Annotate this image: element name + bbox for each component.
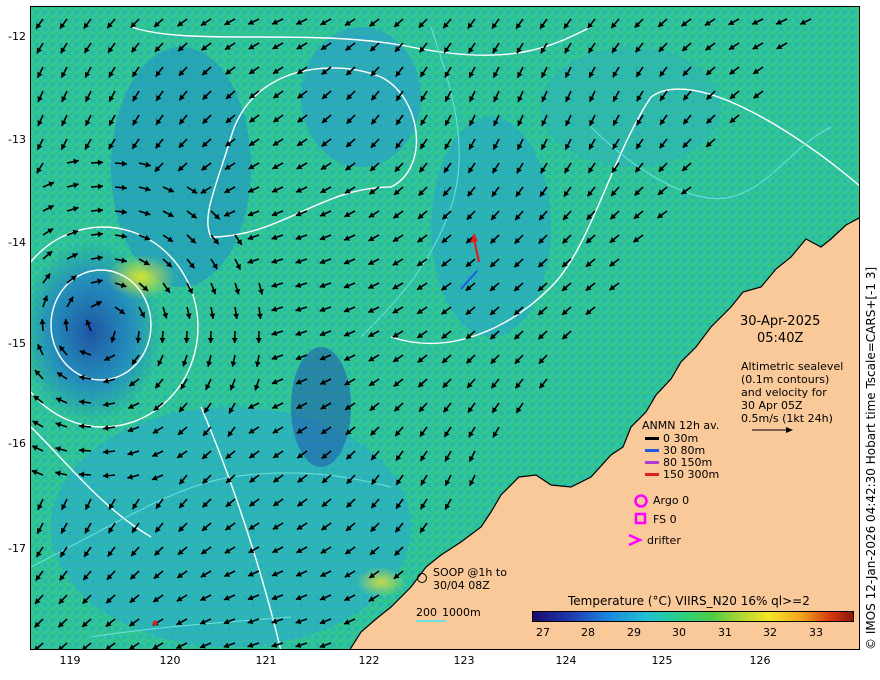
depth-line-swatch bbox=[416, 620, 446, 622]
lat-label: -16 bbox=[8, 437, 26, 450]
depth-label-200: 200 bbox=[416, 606, 437, 619]
colorbar-tick: 31 bbox=[718, 626, 732, 639]
argo-dot bbox=[152, 620, 158, 626]
side-caption: © IMOS 12-Jan-2026 04:42:30 Hobart time … bbox=[864, 266, 878, 650]
lon-label: 120 bbox=[159, 654, 181, 667]
altimetry-line: (0.1m contours) bbox=[741, 373, 830, 386]
anmn-legend-item: 150 300m bbox=[645, 468, 719, 481]
lon-label: 121 bbox=[255, 654, 277, 667]
lon-label: 122 bbox=[358, 654, 380, 667]
drifter-marker-icon bbox=[628, 533, 644, 547]
lon-label: 123 bbox=[453, 654, 475, 667]
fs-marker-icon bbox=[634, 512, 647, 525]
colorbar-tick: 30 bbox=[672, 626, 686, 639]
depth-label-1000: 1000m bbox=[442, 606, 481, 619]
lat-label: -12 bbox=[8, 30, 26, 43]
lon-label: 124 bbox=[555, 654, 577, 667]
colorbar-title: Temperature (°C) VIIRS_N20 16% ql>=2 bbox=[568, 594, 810, 608]
colorbar-tick: 32 bbox=[763, 626, 777, 639]
scale-arrow-icon bbox=[752, 427, 793, 433]
argo-label: Argo 0 bbox=[653, 494, 690, 507]
lat-label: -15 bbox=[8, 337, 26, 350]
colorbar-tick: 33 bbox=[809, 626, 823, 639]
time-label: 05:40Z bbox=[757, 331, 804, 346]
lat-label: -14 bbox=[8, 236, 26, 249]
date-label: 30-Apr-2025 bbox=[740, 314, 821, 329]
map-canvas bbox=[31, 7, 859, 649]
temperature-colorbar bbox=[532, 611, 854, 622]
drifter-label: drifter bbox=[647, 534, 681, 547]
altimetry-line: 0.5m/s (1kt 24h) bbox=[741, 412, 833, 425]
colorbar-tick: 28 bbox=[581, 626, 595, 639]
colorbar-tick: 29 bbox=[627, 626, 641, 639]
soop-marker-icon bbox=[417, 573, 427, 583]
altimetry-line: Altimetric sealevel bbox=[741, 360, 844, 373]
argo-marker-icon bbox=[634, 494, 648, 508]
lon-label: 126 bbox=[749, 654, 771, 667]
lon-label: 125 bbox=[651, 654, 673, 667]
lat-label: -13 bbox=[8, 133, 26, 146]
altimetry-note: Altimetric sealevel (0.1m contours) and … bbox=[741, 360, 843, 425]
lon-label: 119 bbox=[59, 654, 81, 667]
altimetry-line: and velocity for bbox=[741, 386, 827, 399]
anmn-legend-title: ANMN 12h av. bbox=[642, 419, 720, 432]
lat-label: -17 bbox=[8, 542, 26, 555]
altimetry-line: 30 Apr 05Z bbox=[741, 399, 803, 412]
soop-line2: 30/04 08Z bbox=[433, 579, 490, 592]
map-panel[interactable] bbox=[30, 6, 860, 650]
soop-line1: SOOP @1h to bbox=[433, 566, 507, 579]
colorbar-tick: 27 bbox=[536, 626, 550, 639]
fs-label: FS 0 bbox=[653, 513, 677, 526]
